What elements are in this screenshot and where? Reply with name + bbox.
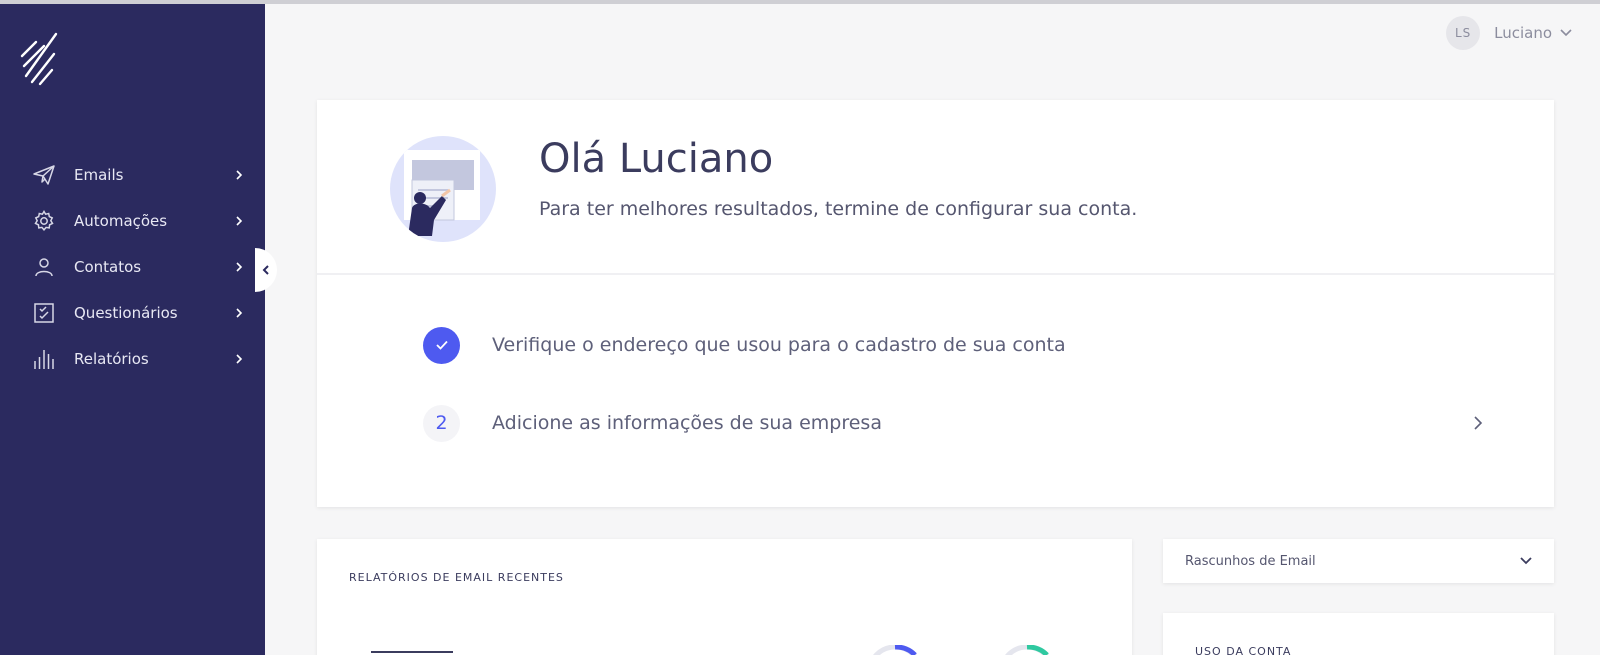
user-name: Luciano <box>1494 24 1552 42</box>
gear-icon <box>32 209 56 233</box>
chevron-down-icon <box>1520 557 1532 565</box>
report-donut-chart <box>872 645 918 655</box>
sidebar-nav: Emails Automações Contatos Questionários… <box>0 152 265 382</box>
step-text: Verifique o endereço que usou para o cad… <box>492 334 1066 356</box>
account-usage-card: USO DA CONTA <box>1163 613 1554 655</box>
sidebar-item-emails[interactable]: Emails <box>0 152 265 198</box>
paper-plane-icon <box>32 163 56 187</box>
bar-chart-icon <box>32 347 56 371</box>
step-number: 2 <box>423 404 460 442</box>
sidebar-item-label: Automações <box>74 212 168 230</box>
chevron-right-icon <box>233 169 245 181</box>
report-placeholder-line <box>371 651 453 653</box>
page-subtitle: Para ter melhores resultados, termine de… <box>539 198 1138 220</box>
report-donut-chart <box>1004 645 1050 655</box>
chevron-right-icon <box>233 215 245 227</box>
chevron-right-icon <box>1474 416 1483 430</box>
check-icon <box>423 326 460 364</box>
top-border <box>0 0 1600 4</box>
onboarding-step-company-info[interactable]: 2 Adicione as informações de sua empresa <box>423 403 1483 443</box>
logo-icon[interactable] <box>18 32 64 88</box>
sidebar-item-questionarios[interactable]: Questionários <box>0 290 265 336</box>
welcome-section: Olá Luciano Para ter melhores resultados… <box>317 100 1554 275</box>
section-title: RELATÓRIOS DE EMAIL RECENTES <box>349 571 564 584</box>
checklist-icon <box>32 301 56 325</box>
onboarding-step-verify-email[interactable]: Verifique o endereço que usou para o cad… <box>423 325 1483 365</box>
sidebar-collapse-button[interactable] <box>255 248 277 292</box>
sidebar-item-relatorios[interactable]: Relatórios <box>0 336 265 382</box>
recent-email-reports-card: RELATÓRIOS DE EMAIL RECENTES <box>317 539 1132 655</box>
avatar: LS <box>1446 16 1481 50</box>
page-title: Olá Luciano <box>539 136 774 182</box>
section-title: USO DA CONTA <box>1195 645 1292 655</box>
chevron-left-icon <box>262 265 269 275</box>
sidebar-item-contatos[interactable]: Contatos <box>0 244 265 290</box>
onboarding-card: Olá Luciano Para ter melhores resultados… <box>317 100 1554 507</box>
sidebar-item-label: Relatórios <box>74 350 149 368</box>
sidebar-item-label: Questionários <box>74 304 178 322</box>
chevron-right-icon <box>233 261 245 273</box>
email-drafts-dropdown[interactable]: Rascunhos de Email <box>1163 539 1554 583</box>
person-icon <box>32 255 56 279</box>
chevron-right-icon <box>233 353 245 365</box>
sidebar-item-label: Contatos <box>74 258 142 276</box>
chevron-down-icon <box>1560 29 1572 37</box>
sidebar-item-label: Emails <box>74 166 124 184</box>
step-text: Adicione as informações de sua empresa <box>492 412 882 434</box>
welcome-illustration <box>390 136 496 242</box>
dropdown-label: Rascunhos de Email <box>1185 553 1316 569</box>
sidebar: Emails Automações Contatos Questionários… <box>0 4 265 655</box>
sidebar-item-automacoes[interactable]: Automações <box>0 198 265 244</box>
user-menu[interactable]: LS Luciano <box>1446 16 1572 50</box>
chevron-right-icon <box>233 307 245 319</box>
